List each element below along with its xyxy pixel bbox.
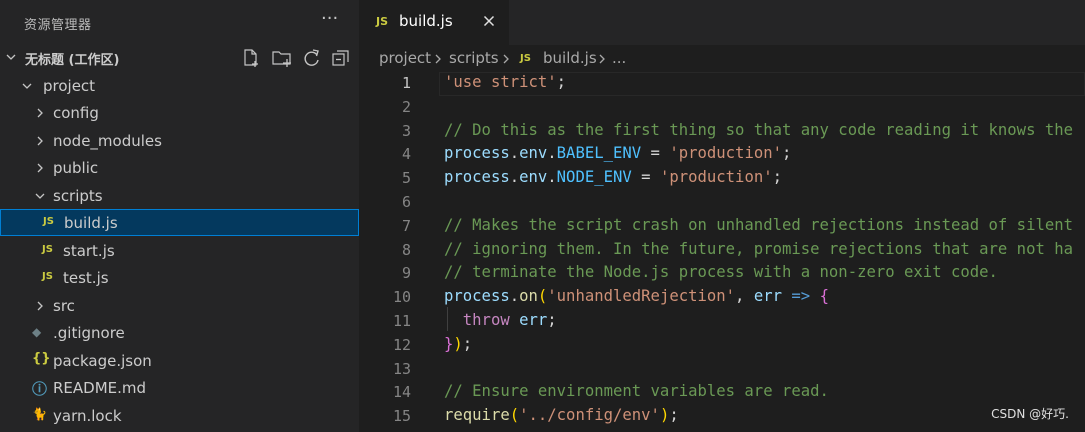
tree-item-test-js[interactable]: JS test.js bbox=[0, 265, 359, 292]
tab-bar: JS build.js bbox=[359, 0, 1085, 45]
tree-item-config[interactable]: config bbox=[0, 100, 359, 127]
json-file-icon: {} bbox=[32, 351, 51, 366]
chevron-right-icon bbox=[503, 54, 509, 64]
code-line[interactable]: // terminate the Node.js process with a … bbox=[444, 263, 998, 281]
breadcrumb-more[interactable]: ... bbox=[612, 49, 626, 67]
code-line[interactable]: throw err; bbox=[444, 311, 557, 329]
tree-item-label: test.js bbox=[63, 269, 109, 287]
code-line[interactable]: // Ensure environment variables are read… bbox=[444, 382, 829, 400]
tree-item-node-modules[interactable]: node_modules bbox=[0, 128, 359, 155]
tab-label: build.js bbox=[399, 12, 453, 30]
watermark: CSDN @好巧. bbox=[991, 407, 1069, 421]
tree-item-label: build.js bbox=[64, 214, 118, 232]
tree-item-label: config bbox=[53, 104, 99, 122]
explorer-title: 资源管理器 bbox=[24, 18, 92, 33]
tree-item-label: README.md bbox=[53, 379, 147, 397]
chevron-down-icon bbox=[35, 193, 45, 199]
git-file-icon: ◆ bbox=[32, 325, 42, 339]
code-editor[interactable]: 1 'use strict'; 2 3 // Do this as the first … bbox=[359, 70, 1085, 432]
tree-item-label: yarn.lock bbox=[53, 407, 122, 425]
yarn-icon: 🐈 bbox=[32, 407, 47, 421]
new-file-icon[interactable] bbox=[240, 47, 262, 69]
chevron-down-icon bbox=[22, 83, 32, 89]
tree-item-label: project bbox=[43, 77, 96, 95]
code-line[interactable]: // ignoring them. In the future, promise… bbox=[444, 240, 1073, 258]
breadcrumb: project scripts JS build.js ... bbox=[359, 45, 1085, 72]
explorer-sidebar: 资源管理器 ··· 无标题 (工作区) project config node_… bbox=[0, 0, 359, 432]
tree-item-src[interactable]: src bbox=[0, 293, 359, 320]
tree-item-build-js[interactable]: JS build.js bbox=[0, 209, 359, 236]
js-file-icon: JS bbox=[43, 216, 54, 227]
line-number: 6 bbox=[401, 193, 411, 211]
explorer-header: 资源管理器 ··· bbox=[0, 0, 359, 45]
line-number: 15 bbox=[392, 407, 411, 426]
js-file-icon: JS bbox=[376, 15, 389, 28]
js-file-icon: JS bbox=[520, 53, 531, 64]
chevron-down-icon bbox=[6, 54, 16, 60]
code-line[interactable]: process.env.BABEL_ENV = 'production'; bbox=[444, 144, 791, 162]
code-line[interactable]: process.env.NODE_ENV = 'production'; bbox=[444, 168, 782, 186]
info-icon: ⓘ bbox=[32, 380, 48, 398]
breadcrumb-file[interactable]: build.js bbox=[543, 49, 597, 67]
line-number: 1 bbox=[401, 74, 411, 92]
tree-item-label: scripts bbox=[53, 187, 103, 205]
tree-item-label: src bbox=[53, 297, 75, 315]
line-number: 9 bbox=[401, 264, 411, 283]
chevron-right-icon bbox=[37, 136, 43, 146]
breadcrumb-project[interactable]: project bbox=[379, 49, 431, 67]
tree-item-label: public bbox=[53, 159, 99, 177]
line-number: 13 bbox=[392, 359, 411, 378]
tree-item-public[interactable]: public bbox=[0, 155, 359, 182]
line-number: 14 bbox=[392, 383, 411, 402]
code-line[interactable]: require('../config/env'); bbox=[444, 406, 679, 424]
tree-item-label: node_modules bbox=[53, 132, 162, 150]
tree-item-package-json[interactable]: {} package.json bbox=[0, 348, 359, 375]
line-number: 3 bbox=[401, 121, 411, 140]
collapse-all-icon[interactable] bbox=[330, 47, 352, 69]
code-line[interactable]: process.on('unhandledRejection', err => … bbox=[444, 287, 829, 305]
line-number: 8 bbox=[401, 240, 411, 259]
js-file-icon: JS bbox=[42, 271, 53, 282]
editor-area: JS build.js project scripts JS build.js … bbox=[359, 0, 1085, 432]
line-number: 4 bbox=[401, 145, 411, 164]
line-number: 12 bbox=[392, 335, 411, 354]
line-number: 10 bbox=[392, 288, 411, 307]
close-icon[interactable] bbox=[481, 13, 497, 29]
code-line[interactable]: 'use strict'; bbox=[444, 73, 566, 91]
breadcrumb-scripts[interactable]: scripts bbox=[449, 49, 499, 67]
chevron-right-icon bbox=[37, 301, 43, 311]
chevron-right-icon bbox=[599, 54, 605, 64]
tree-item-label: start.js bbox=[63, 242, 115, 260]
chevron-right-icon bbox=[37, 163, 43, 173]
tree-item-gitignore[interactable]: ◆ .gitignore bbox=[0, 320, 359, 347]
workspace-header[interactable]: 无标题 (工作区) bbox=[0, 45, 359, 71]
workspace-title: 无标题 (工作区) bbox=[25, 53, 120, 68]
refresh-icon[interactable] bbox=[301, 47, 323, 69]
js-file-icon: JS bbox=[42, 244, 53, 255]
tree-item-start-js[interactable]: JS start.js bbox=[0, 238, 359, 265]
tree-item-readme-md[interactable]: ⓘ README.md bbox=[0, 375, 359, 402]
tree-item-label: package.json bbox=[53, 352, 152, 370]
more-actions-icon[interactable]: ··· bbox=[321, 8, 338, 29]
tree-item-project[interactable]: project bbox=[0, 73, 359, 100]
tree-item-label: .gitignore bbox=[53, 324, 125, 342]
line-number: 7 bbox=[401, 216, 411, 235]
code-line[interactable]: }); bbox=[444, 335, 472, 353]
tree-item-yarn-lock[interactable]: 🐈 yarn.lock bbox=[0, 403, 359, 430]
chevron-right-icon bbox=[435, 54, 441, 64]
line-number: 5 bbox=[401, 169, 411, 188]
code-line[interactable]: // Do this as the first thing so that an… bbox=[444, 121, 1073, 139]
code-line[interactable]: // Makes the script crash on unhandled r… bbox=[444, 216, 1073, 234]
line-number: 11 bbox=[392, 312, 411, 330]
line-number: 2 bbox=[401, 97, 411, 116]
new-folder-icon[interactable] bbox=[271, 47, 293, 69]
tab-build-js[interactable]: JS build.js bbox=[359, 0, 509, 45]
chevron-right-icon bbox=[37, 108, 43, 118]
tree-item-scripts[interactable]: scripts bbox=[0, 183, 359, 210]
